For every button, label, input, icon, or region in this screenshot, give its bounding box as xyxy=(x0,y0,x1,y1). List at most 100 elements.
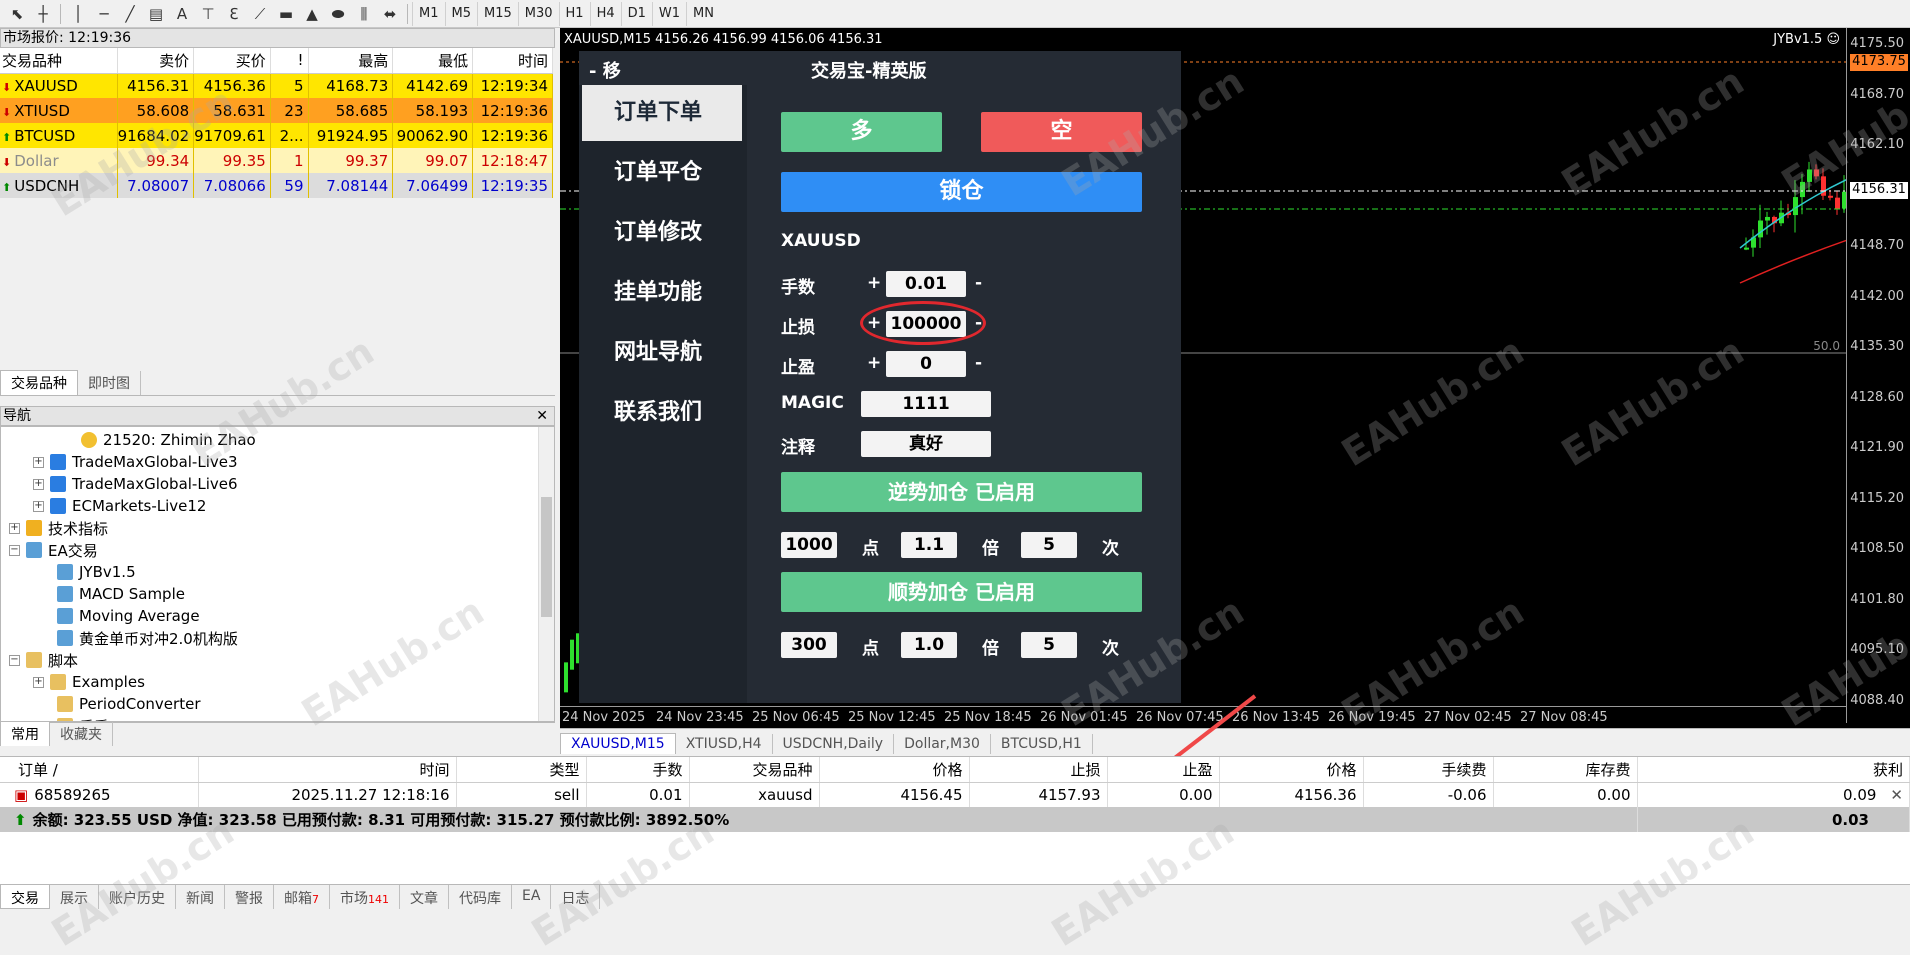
collapse-icon[interactable]: − xyxy=(9,544,20,556)
tab-chart-xtiusd[interactable]: XTIUSD,H4 xyxy=(676,734,773,754)
timeframe-m15[interactable]: M15 xyxy=(477,1,518,26)
collapse-icon[interactable]: − xyxy=(9,654,20,666)
trendline-icon[interactable]: ╱ xyxy=(117,2,143,26)
menu-pending-orders[interactable]: 挂单功能 xyxy=(582,265,742,321)
menu-contact-us[interactable]: 联系我们 xyxy=(582,385,742,441)
equidistant-channel-icon[interactable]: ▤ xyxy=(143,2,169,26)
nav-indicators[interactable]: + 技术指标 xyxy=(9,517,108,539)
tab-chart-xauusd[interactable]: XAUUSD,M15 xyxy=(560,733,676,754)
col-tp[interactable]: 止盈 xyxy=(1107,757,1220,783)
col-spread[interactable]: ! xyxy=(270,48,309,74)
col-time[interactable]: 时间 xyxy=(472,48,553,74)
terminal-tab[interactable]: 新闻 xyxy=(176,885,225,909)
tab-common[interactable]: 常用 xyxy=(0,721,50,746)
timeframe-h4[interactable]: H4 xyxy=(589,1,621,26)
col-time[interactable]: 时间 xyxy=(198,757,457,783)
ellipse-icon[interactable]: ⬬ xyxy=(325,2,351,26)
timeframe-d1[interactable]: D1 xyxy=(620,1,652,26)
counter-times-input[interactable]: 5 xyxy=(1021,532,1077,558)
col-profit[interactable]: 获利 xyxy=(1637,757,1910,783)
nav-script-folder[interactable]: + Examples xyxy=(33,671,145,693)
terminal-tab[interactable]: 账户历史 xyxy=(99,885,176,909)
timeframe-m5[interactable]: M5 xyxy=(444,1,478,26)
nav-expert[interactable]: JYBv1.5 xyxy=(57,561,136,583)
symbol-row-dollar[interactable]: ⬇ Dollar 99.34 99.35 1 99.37 99.07 12:18:47 xyxy=(0,148,553,173)
terminal-tab[interactable]: 邮箱7 xyxy=(274,885,330,909)
col-price[interactable]: 价格 xyxy=(819,757,970,783)
lots-input[interactable]: 0.01 xyxy=(886,271,966,297)
col-lots[interactable]: 手数 xyxy=(586,757,690,783)
trend-add-button[interactable]: 顺势加仓 已启用 xyxy=(781,572,1142,612)
menu-url-navigation[interactable]: 网址导航 xyxy=(582,325,742,381)
text-label-icon[interactable]: ⊤ xyxy=(195,2,221,26)
col-ask[interactable]: 买价 xyxy=(193,48,271,74)
tab-chart-usdcnh[interactable]: USDCNH,Daily xyxy=(773,734,895,754)
counter-trend-add-button[interactable]: 逆势加仓 已启用 xyxy=(781,472,1142,512)
counter-points-input[interactable]: 1000 xyxy=(781,532,837,558)
expand-icon[interactable]: + xyxy=(33,500,44,512)
tab-favorites[interactable]: 收藏夹 xyxy=(50,722,113,746)
col-swap[interactable]: 库存费 xyxy=(1493,757,1638,783)
menu-close-order[interactable]: 订单平仓 xyxy=(582,145,742,201)
col-symbol[interactable]: 交易品种 xyxy=(689,757,820,783)
terminal-tab[interactable]: EA xyxy=(512,885,552,909)
timeframe-mn[interactable]: MN xyxy=(686,1,720,26)
col-type[interactable]: 类型 xyxy=(456,757,587,783)
terminal-tab[interactable]: 日志 xyxy=(551,885,601,909)
tp-plus-button[interactable]: + xyxy=(867,353,881,373)
symbol-row-xtiusd[interactable]: ⬇ XTIUSD 58.608 58.631 23 58.685 58.193 12:19:3… xyxy=(0,98,553,123)
symbol-row-btcusd[interactable]: ⬆ BTCUSD 91684.02 91709.61 2... 91924.95 90062… xyxy=(0,123,553,148)
nav-server[interactable]: + ECMarkets-Live12 xyxy=(33,495,206,517)
order-row[interactable]: ▣ 68589265 2025.11.27 12:18:16 sell 0.01 … xyxy=(0,782,1910,807)
nav-account[interactable]: 21520: Zhimin Zhao xyxy=(81,429,256,451)
terminal-tab[interactable]: 警报 xyxy=(225,885,274,909)
tab-chart-btcusd[interactable]: BTCUSD,H1 xyxy=(991,734,1093,754)
trend-points-input[interactable]: 300 xyxy=(781,632,837,658)
col-commission[interactable]: 手续费 xyxy=(1363,757,1494,783)
col-ticket[interactable]: 订单 / xyxy=(0,757,199,783)
close-order-icon[interactable]: ✕ xyxy=(1890,786,1903,804)
expand-icon[interactable]: + xyxy=(33,456,44,468)
minimize-move-controls[interactable]: - 移 xyxy=(589,57,621,83)
col-symbol[interactable]: 交易品种 xyxy=(0,48,118,74)
crosshair-icon[interactable]: ┼ xyxy=(30,2,56,26)
lots-minus-button[interactable]: - xyxy=(975,273,982,293)
tab-symbols[interactable]: 交易品种 xyxy=(0,370,78,395)
terminal-tab[interactable]: 文章 xyxy=(400,885,449,909)
sell-button[interactable]: 空 xyxy=(981,112,1142,152)
horizontal-line-icon[interactable]: ─ xyxy=(91,2,117,26)
navigator-scrollbar[interactable] xyxy=(538,427,554,721)
nav-script[interactable]: PeriodConverter xyxy=(57,693,200,715)
menu-modify-order[interactable]: 订单修改 xyxy=(582,205,742,261)
terminal-tab[interactable]: 展示 xyxy=(50,885,99,909)
terminal-tab[interactable]: 市场141 xyxy=(330,885,400,909)
tp-input[interactable]: 0 xyxy=(886,351,966,377)
timeframe-m30[interactable]: M30 xyxy=(517,1,559,26)
trend-times-input[interactable]: 5 xyxy=(1021,632,1077,658)
col-current-price[interactable]: 价格 xyxy=(1219,757,1364,783)
col-sl[interactable]: 止损 xyxy=(969,757,1108,783)
tp-minus-button[interactable]: - xyxy=(975,353,982,373)
nav-expert[interactable]: 黄金单币对冲2.0机构版 xyxy=(57,627,238,649)
expand-icon[interactable]: + xyxy=(9,522,20,534)
symbol-row-xauusd[interactable]: ⬇ XAUUSD 4156.31 4156.36 5 4168.73 4142.69 12:1… xyxy=(0,73,553,98)
lock-button[interactable]: 锁仓 xyxy=(781,172,1142,212)
close-icon[interactable]: ✕ xyxy=(536,407,548,425)
timeframe-h1[interactable]: H1 xyxy=(558,1,590,26)
arrows-icon[interactable]: ⬌ xyxy=(377,2,403,26)
menu-place-order[interactable]: 订单下单 xyxy=(582,85,742,141)
timeframe-m1[interactable]: M1 xyxy=(412,1,445,26)
nav-script[interactable]: 反手 xyxy=(57,715,109,721)
col-high[interactable]: 最高 xyxy=(308,48,394,74)
nav-server[interactable]: + TradeMaxGlobal-Live3 xyxy=(33,451,238,473)
tab-tick-chart[interactable]: 即时图 xyxy=(78,371,141,395)
tab-chart-dollar[interactable]: Dollar,M30 xyxy=(894,734,991,754)
fibonacci-icon[interactable]: ℇ xyxy=(221,2,247,26)
nav-expert[interactable]: Moving Average xyxy=(57,605,200,627)
timeframe-w1[interactable]: W1 xyxy=(651,1,686,26)
lots-plus-button[interactable]: + xyxy=(867,273,881,293)
expand-icon[interactable]: + xyxy=(33,478,44,490)
fibo-fan-icon[interactable]: ⟋ xyxy=(247,2,273,26)
terminal-tab[interactable]: 交易 xyxy=(0,885,50,909)
buy-button[interactable]: 多 xyxy=(781,112,942,152)
